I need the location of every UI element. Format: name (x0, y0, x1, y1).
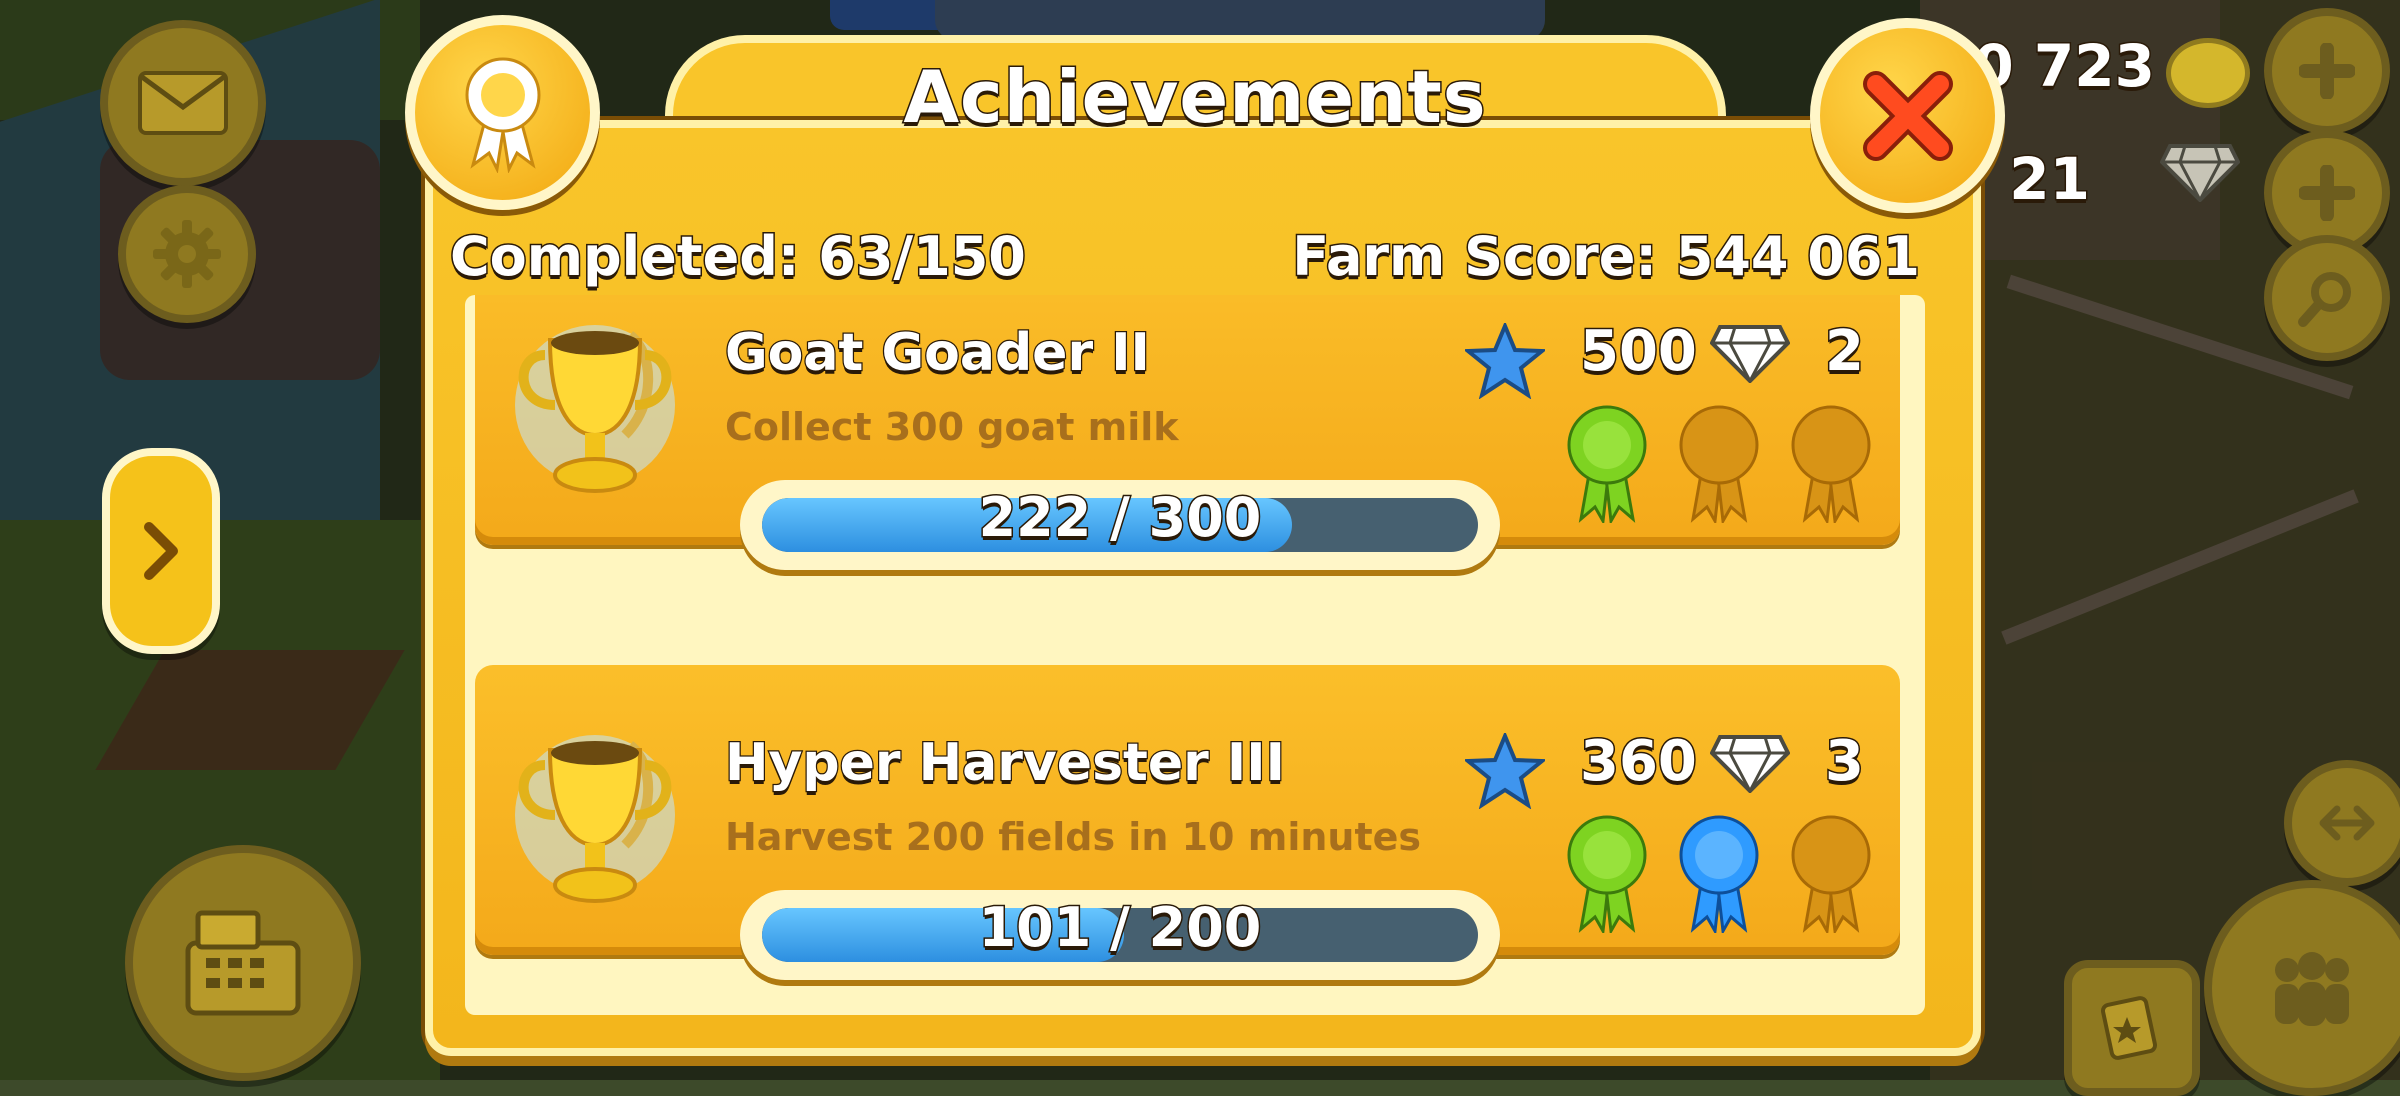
progress-bar: 222 / 300 (740, 480, 1500, 570)
gear-icon (153, 220, 221, 288)
completed-count: Completed: 63/150 (449, 224, 1028, 290)
add-coins-button[interactable] (2264, 8, 2390, 134)
achievement-card: Hyper Harvester III Harvest 200 fields i… (475, 665, 1900, 980)
star-icon (1465, 733, 1545, 809)
search-button[interactable] (2264, 235, 2390, 361)
settings-button[interactable] (118, 185, 256, 323)
achievements-list[interactable]: Goat Goader II Collect 300 goat milk 500… (465, 295, 1925, 1015)
plus-icon (2299, 43, 2355, 99)
ribbon-green-icon (1567, 405, 1647, 523)
xp-bar (935, 0, 1545, 40)
achievement-card: Goat Goader II Collect 300 goat milk 500… (475, 295, 1900, 570)
badges-button[interactable] (405, 15, 600, 210)
expand-arrow-button[interactable] (102, 448, 220, 654)
chevron-right-icon (144, 522, 178, 580)
magnifier-icon (2298, 272, 2351, 327)
diamonds-value: 21 (2008, 144, 2092, 215)
panel-title: Achievements (902, 54, 1487, 141)
ribbon-empty-icon (1791, 405, 1871, 523)
rosette-icon (465, 57, 540, 173)
diamond-icon (1710, 735, 1790, 793)
ribbon-empty-icon (1679, 405, 1759, 523)
diamond-icon (2160, 144, 2240, 202)
xp-reward: 360 (1579, 728, 1699, 796)
progress-bar: 101 / 200 (740, 890, 1500, 980)
diamond-reward: 3 (1824, 728, 1866, 796)
friends-icon (2275, 952, 2349, 1026)
close-icon (1862, 70, 1953, 161)
trophy-icon (515, 735, 675, 903)
mail-icon (138, 71, 228, 135)
diamond-reward: 2 (1824, 318, 1866, 386)
cards-icon (2100, 996, 2158, 1060)
achievement-name: Hyper Harvester III (724, 732, 1286, 795)
coin-icon (2166, 38, 2250, 108)
star-icon (1465, 323, 1545, 399)
achievement-description: Harvest 200 fields in 10 minutes (725, 815, 1422, 859)
farm-score: Farm Score: 544 061 (1291, 224, 1922, 290)
expand-icon (2319, 805, 2375, 841)
ribbon-tiers (1565, 813, 1873, 933)
expand-right-button[interactable] (2284, 760, 2400, 886)
cash-register-icon (185, 910, 301, 1016)
ribbon-blue-icon (1679, 815, 1759, 933)
ribbon-tiers (1565, 403, 1873, 523)
achievement-description: Collect 300 goat milk (725, 405, 1179, 449)
ribbon-green-icon (1567, 815, 1647, 933)
plus-icon (2299, 165, 2355, 221)
achievement-name: Goat Goader II (724, 322, 1151, 385)
shop-button[interactable] (125, 845, 361, 1081)
progress-label: 101 / 200 (977, 895, 1263, 961)
cards-button[interactable] (2064, 960, 2200, 1096)
trophy-icon (515, 325, 675, 493)
progress-label: 222 / 300 (977, 485, 1263, 551)
close-button[interactable] (1810, 18, 2005, 213)
mail-button[interactable] (100, 20, 266, 186)
ribbon-empty-icon (1791, 815, 1871, 933)
xp-reward: 500 (1579, 318, 1699, 386)
diamond-icon (1710, 325, 1790, 383)
